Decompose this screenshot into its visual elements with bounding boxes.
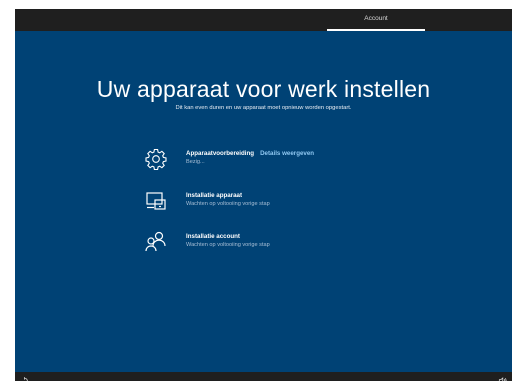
gear-icon bbox=[144, 147, 168, 171]
volume-icon[interactable] bbox=[498, 372, 507, 381]
step-device-preparation: Apparaatvoorbereiding Details weergeven B… bbox=[144, 147, 404, 173]
step-status: Bezig... bbox=[186, 159, 205, 165]
step-status: Wachten op voltooiing vorige stap bbox=[186, 242, 270, 248]
bottom-bar bbox=[15, 372, 512, 381]
oobe-screen: Account Uw apparaat voor werk instellen … bbox=[15, 9, 512, 381]
step-name: Installatie apparaat bbox=[186, 192, 243, 199]
top-bar: Account bbox=[15, 9, 512, 31]
setup-panel: Uw apparaat voor werk instellen Dit kan … bbox=[15, 31, 512, 372]
step-account-setup: Installatie account Wachten op voltooiin… bbox=[144, 230, 404, 256]
ease-of-access-icon[interactable] bbox=[20, 372, 29, 381]
details-link[interactable]: Details weergeven bbox=[260, 150, 314, 157]
step-name-text: Apparaatvoorbereiding bbox=[186, 150, 255, 157]
tab-account[interactable]: Account bbox=[327, 9, 425, 31]
page-subtitle: Dit kan even duren en uw apparaat moet o… bbox=[175, 105, 352, 111]
page-title: Uw apparaat voor werk instellen bbox=[96, 76, 431, 102]
device-setup-icon bbox=[144, 189, 168, 213]
step-name: Installatie account bbox=[186, 233, 240, 240]
step-name: Apparaatvoorbereiding Details weergeven bbox=[186, 150, 314, 157]
users-icon bbox=[144, 230, 168, 254]
step-device-setup: Installatie apparaat Wachten op voltooii… bbox=[144, 189, 404, 215]
step-status: Wachten op voltooiing vorige stap bbox=[186, 201, 270, 207]
